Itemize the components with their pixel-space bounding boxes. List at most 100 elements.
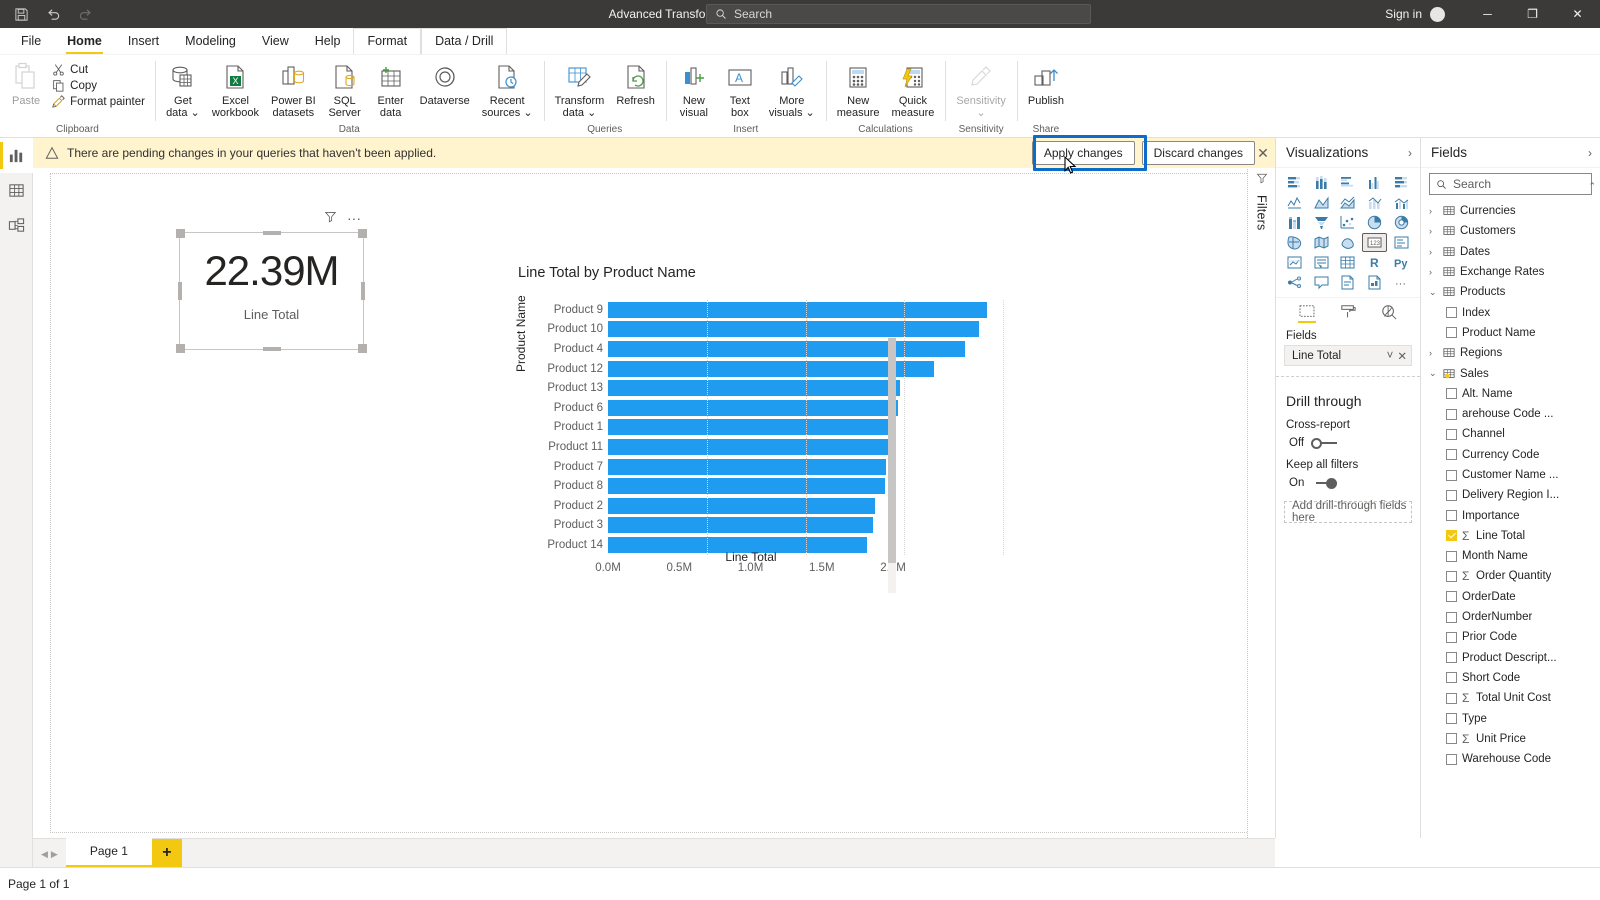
resize-handle-r[interactable] — [361, 282, 365, 300]
decomposition-tree-icon[interactable] — [1362, 273, 1388, 292]
remove-field-icon[interactable]: ✕ — [1397, 349, 1407, 363]
field-item[interactable]: Type — [1426, 708, 1600, 728]
card-icon[interactable]: 123 — [1361, 233, 1388, 252]
tab-analytics[interactable] — [1380, 304, 1398, 323]
ribbon-tab-data-drill[interactable]: Data / Drill — [421, 28, 508, 54]
field-checkbox[interactable] — [1446, 489, 1457, 501]
stacked-area-chart-icon[interactable] — [1335, 193, 1361, 212]
ribbon-tab-format[interactable]: Format — [353, 28, 422, 54]
redo-icon[interactable] — [76, 5, 94, 23]
keep-all-filters-toggle-row[interactable]: On — [1276, 474, 1420, 495]
page-tab-page-1[interactable]: Page 1 — [65, 838, 152, 867]
more-options-icon[interactable]: ··· — [347, 211, 361, 225]
chevron-right-icon[interactable]: › — [1408, 146, 1412, 160]
publish-button[interactable]: Publish — [1023, 58, 1069, 109]
field-item[interactable]: Warehouse Code — [1426, 749, 1600, 769]
field-item[interactable]: Σ Line Total — [1426, 526, 1600, 546]
resize-handle-t[interactable] — [262, 231, 281, 235]
ribbon-tab-insert[interactable]: Insert — [115, 29, 172, 54]
excel-workbook-button[interactable]: X Excel workbook — [207, 58, 264, 121]
field-checkbox[interactable] — [1446, 327, 1457, 339]
field-checkbox[interactable] — [1446, 408, 1457, 420]
resize-handle-tr[interactable] — [358, 229, 367, 238]
field-checkbox[interactable] — [1446, 692, 1457, 704]
copy-button[interactable]: Copy — [48, 78, 149, 93]
card-visual[interactable]: ··· 22.39M Line Total — [176, 211, 367, 353]
fields-search-input[interactable]: Search — [1429, 173, 1592, 195]
maximize-button[interactable]: ❐ — [1510, 0, 1555, 28]
text-box-button[interactable]: A Text box — [718, 58, 762, 121]
resize-handle-l[interactable] — [178, 282, 182, 300]
field-item[interactable]: Channel — [1426, 424, 1600, 444]
chart-bar[interactable] — [608, 340, 966, 357]
sensitivity-button[interactable]: Sensitivity ⌄ — [951, 58, 1011, 121]
paste-button[interactable]: Paste — [6, 58, 46, 107]
chart-bar[interactable] — [608, 478, 885, 495]
field-checkbox[interactable] — [1446, 510, 1457, 522]
sql-server-button[interactable]: SQL Server — [323, 58, 367, 121]
report-page-canvas[interactable]: ··· 22.39M Line Total Line Total by Prod… — [50, 173, 1259, 833]
tab-format[interactable] — [1339, 304, 1357, 323]
chart-bar[interactable] — [608, 517, 873, 534]
field-item[interactable]: Product Name — [1426, 323, 1600, 343]
clustered-bar-chart-icon[interactable] — [1335, 173, 1361, 192]
add-page-button[interactable]: + — [151, 839, 182, 867]
next-page-icon[interactable]: ▶ — [51, 849, 58, 860]
save-icon[interactable] — [12, 5, 30, 23]
area-chart-icon[interactable] — [1309, 193, 1335, 212]
field-checkbox[interactable] — [1446, 428, 1457, 440]
chevron-right-icon[interactable]: › — [1429, 247, 1438, 257]
keep-all-filters-toggle[interactable] — [1311, 477, 1338, 489]
field-checkbox[interactable] — [1446, 652, 1457, 664]
chevron-right-icon[interactable]: › — [1588, 146, 1592, 160]
field-item[interactable]: Σ Unit Price — [1426, 729, 1600, 749]
chart-bar[interactable] — [608, 321, 980, 338]
sidebar-item-report-view[interactable] — [0, 138, 33, 173]
field-item[interactable]: Alt. Name — [1426, 384, 1600, 404]
chevron-down-icon[interactable]: ⌄ — [1429, 287, 1438, 298]
format-painter-button[interactable]: Format painter — [48, 94, 149, 109]
sign-in-button[interactable]: Sign in — [1385, 7, 1422, 21]
funnel-chart-icon[interactable] — [1309, 213, 1335, 232]
refresh-button[interactable]: Refresh — [611, 58, 660, 109]
r-script-visual-icon[interactable]: R — [1362, 253, 1388, 272]
field-checkbox[interactable] — [1446, 672, 1457, 684]
ribbon-tab-file[interactable]: File — [8, 29, 54, 54]
enter-data-button[interactable]: Enter data — [369, 58, 413, 121]
fields-table-exchange-rates[interactable]: › Exchange Rates — [1426, 262, 1600, 282]
field-checkbox[interactable] — [1446, 733, 1457, 745]
line-chart-icon[interactable] — [1282, 193, 1308, 212]
chart-scrollbar-thumb[interactable] — [888, 338, 896, 563]
filter-funnel-icon[interactable] — [324, 210, 337, 226]
field-item[interactable]: OrderDate — [1426, 587, 1600, 607]
chart-bar[interactable] — [608, 419, 893, 436]
more-visuals-icon[interactable]: ··· — [1388, 273, 1414, 292]
python-visual-icon[interactable]: Py — [1388, 253, 1414, 272]
stacked-column-chart-icon[interactable] — [1309, 173, 1335, 192]
field-checkbox[interactable] — [1446, 570, 1457, 582]
chart-bar[interactable] — [608, 399, 899, 416]
line-clustered-column-icon[interactable] — [1388, 193, 1414, 212]
kpi-icon[interactable] — [1282, 253, 1308, 272]
ribbon-tab-view[interactable]: View — [249, 29, 302, 54]
resize-handle-br[interactable] — [358, 344, 367, 353]
chevron-right-icon[interactable]: › — [1429, 348, 1438, 358]
field-checkbox[interactable] — [1446, 388, 1457, 400]
chevron-down-icon[interactable]: ˅ — [1387, 350, 1394, 362]
key-influencers-icon[interactable] — [1282, 273, 1308, 292]
field-checkbox[interactable] — [1446, 713, 1457, 725]
cross-report-toggle-row[interactable]: Off — [1276, 434, 1420, 455]
prev-page-icon[interactable]: ◀ — [41, 849, 48, 860]
cut-button[interactable]: Cut — [48, 62, 149, 77]
ribbon-collapse-chevron[interactable]: ⌃ — [1588, 181, 1596, 192]
field-item[interactable]: Σ Order Quantity — [1426, 566, 1600, 586]
avatar[interactable] — [1430, 6, 1445, 22]
field-checkbox[interactable] — [1446, 449, 1457, 461]
tab-fields-build[interactable] — [1297, 304, 1316, 323]
minimize-button[interactable]: ─ — [1465, 0, 1510, 28]
quick-measure-button[interactable]: Quick measure — [887, 58, 940, 121]
bar-chart-visual[interactable]: Line Total by Product Name Product Name … — [514, 262, 1004, 602]
search-input[interactable]: Search — [706, 4, 1091, 24]
field-item[interactable]: OrderNumber — [1426, 607, 1600, 627]
field-item[interactable]: Product Descript... — [1426, 648, 1600, 668]
